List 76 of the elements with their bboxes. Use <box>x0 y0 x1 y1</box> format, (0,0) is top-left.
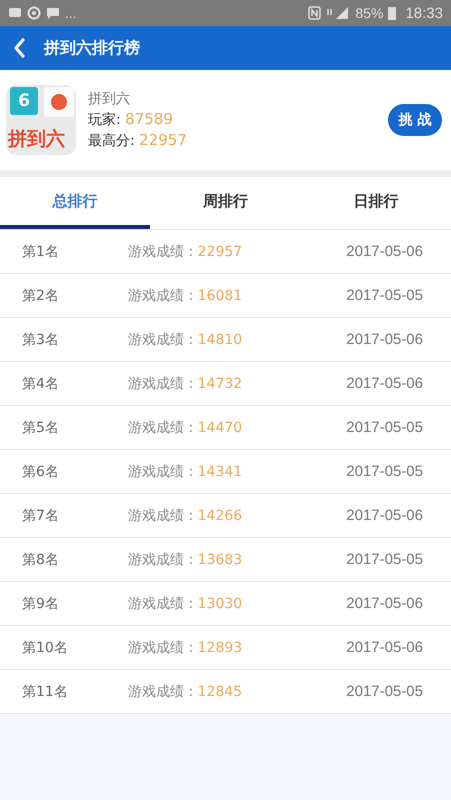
rank-label: 第6名 <box>21 462 60 480</box>
tab[interactable]: 日排行 <box>300 177 451 229</box>
date-text: 2017-05-06 <box>346 331 423 348</box>
ranking-row[interactable]: 第7名 游戏成绩 : 14266 2017-05-06 <box>0 494 451 538</box>
score-value: 14341 <box>198 464 242 480</box>
players-count: 87589 <box>125 110 173 128</box>
ranking-row[interactable]: 第6名 游戏成绩 : 14341 2017-05-05 <box>0 450 451 494</box>
clock-time: 18:33 <box>405 4 443 22</box>
ranking-row[interactable]: 第10名 游戏成绩 : 12893 2017-05-06 <box>0 626 451 670</box>
status-more: ... <box>65 5 77 21</box>
date-text: 2017-05-06 <box>346 639 423 656</box>
score-value: 22957 <box>198 244 242 260</box>
rank-label: 第1名 <box>21 242 60 260</box>
date-text: 2017-05-05 <box>346 419 423 436</box>
score-value: 12893 <box>198 640 242 656</box>
ranking-row[interactable]: 第8名 游戏成绩 : 13683 2017-05-05 <box>0 538 451 582</box>
game-name: 拼到六 <box>88 90 131 108</box>
score-value: 14810 <box>198 332 242 348</box>
score-value: 16081 <box>198 288 242 304</box>
date-text: 2017-05-06 <box>346 507 423 524</box>
score-label: 游戏成绩 : <box>128 288 194 304</box>
score-label: 游戏成绩 : <box>128 596 194 612</box>
best-score-label: 最高分: <box>88 133 136 149</box>
score-label: 游戏成绩 : <box>128 420 194 436</box>
ranking-row[interactable]: 第2名 游戏成绩 : 16081 2017-05-05 <box>0 274 451 318</box>
ranking-row[interactable]: 第3名 游戏成绩 : 14810 2017-05-06 <box>0 318 451 362</box>
score-value: 13683 <box>198 552 242 568</box>
nfc-icon <box>308 6 322 20</box>
challenge-button[interactable]: 挑 战 <box>388 104 442 136</box>
score-label: 游戏成绩 : <box>128 640 194 656</box>
rank-label: 第11名 <box>21 682 69 700</box>
date-text: 2017-05-05 <box>346 287 423 304</box>
date-text: 2017-05-06 <box>346 595 423 612</box>
date-text: 2017-05-05 <box>346 551 423 568</box>
best-score: 22957 <box>139 131 187 149</box>
score-value: 14266 <box>198 508 242 524</box>
rank-label: 第9名 <box>21 594 60 612</box>
rank-label: 第4名 <box>21 374 60 392</box>
score-label: 游戏成绩 : <box>128 464 194 480</box>
date-text: 2017-05-06 <box>346 243 423 260</box>
ranking-row[interactable]: 第1名 游戏成绩 : 22957 2017-05-06 <box>0 230 451 274</box>
score-value: 14732 <box>198 376 242 392</box>
clock-icon <box>27 6 41 20</box>
rank-label: 第8名 <box>21 550 60 568</box>
score-label: 游戏成绩 : <box>128 552 194 568</box>
notification-icon <box>8 6 22 20</box>
date-text: 2017-05-06 <box>346 375 423 392</box>
chat-icon <box>46 6 60 20</box>
score-value: 14470 <box>198 420 242 436</box>
battery-icon <box>388 6 396 20</box>
rank-label: 第10名 <box>21 638 69 656</box>
rank-label: 第5名 <box>21 418 60 436</box>
date-text: 2017-05-05 <box>346 683 423 700</box>
tab[interactable]: 周排行 <box>150 177 301 229</box>
score-value: 12845 <box>198 684 242 700</box>
ranking-row[interactable]: 第5名 游戏成绩 : 14470 2017-05-05 <box>0 406 451 450</box>
back-icon <box>12 37 26 59</box>
rank-label: 第7名 <box>21 506 60 524</box>
ranking-row[interactable]: 第4名 游戏成绩 : 14732 2017-05-06 <box>0 362 451 406</box>
signal-icon <box>326 6 350 20</box>
score-label: 游戏成绩 : <box>128 376 194 392</box>
rank-label: 第3名 <box>21 330 60 348</box>
page-title: 拼到六排行榜 <box>44 38 140 58</box>
battery-level: 85% <box>355 5 384 21</box>
score-label: 游戏成绩 : <box>128 244 194 260</box>
players-label: 玩家: <box>88 112 122 128</box>
score-label: 游戏成绩 : <box>128 684 194 700</box>
ranking-row[interactable]: 第9名 游戏成绩 : 13030 2017-05-06 <box>0 582 451 626</box>
ranking-row[interactable]: 第11名 游戏成绩 : 12845 2017-05-05 <box>0 670 451 714</box>
score-value: 13030 <box>198 596 242 612</box>
score-label: 游戏成绩 : <box>128 508 194 524</box>
icon-title: 拼到六 <box>8 127 65 152</box>
number-tile: 6 <box>10 87 38 115</box>
rank-label: 第2名 <box>21 286 60 304</box>
date-text: 2017-05-05 <box>346 463 423 480</box>
score-label: 游戏成绩 : <box>128 332 194 348</box>
